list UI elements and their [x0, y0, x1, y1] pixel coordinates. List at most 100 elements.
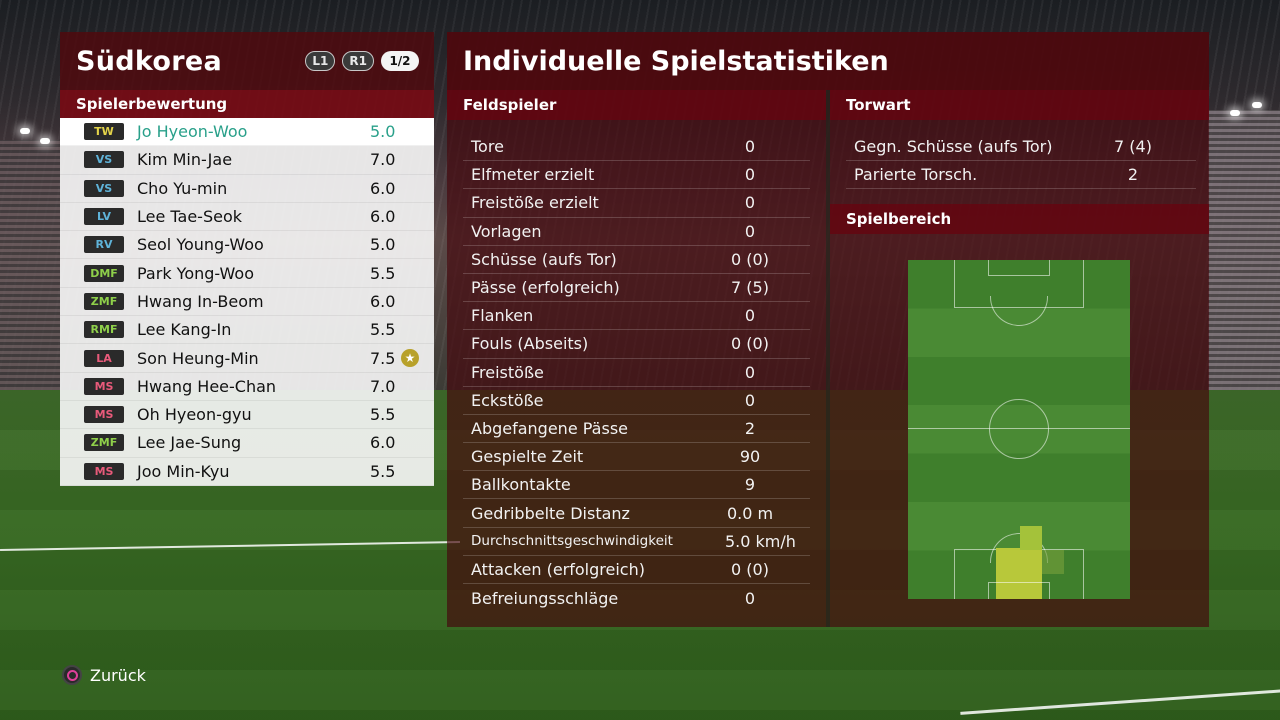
stat-value: 0: [744, 306, 756, 326]
stat-row: Ballkontakte 9: [463, 471, 810, 500]
stat-row: Parierte Torsch. 2: [846, 161, 1196, 190]
stat-label: Befreiungsschläge: [471, 588, 619, 608]
stat-value: 5.0 km/h: [725, 531, 796, 551]
stat-value: 0: [744, 137, 756, 157]
player-row[interactable]: ZMF Hwang In-Beom 6.0: [60, 288, 434, 317]
stat-row: Schüsse (aufs Tor) 0 (0): [463, 246, 810, 274]
player-row[interactable]: LV Lee Tae-Seok 6.0: [60, 203, 434, 232]
player-name: Lee Kang-In: [137, 320, 232, 340]
stat-value: 90: [739, 447, 761, 467]
player-name: Son Heung-Min: [137, 348, 259, 368]
player-rating: 5.0: [370, 235, 396, 255]
heat-cell: [1020, 526, 1042, 550]
back-button[interactable]: Zurück: [62, 665, 146, 685]
stat-label: Elfmeter erzielt: [471, 165, 595, 185]
stat-row: Freistöße 0: [463, 359, 810, 387]
player-row[interactable]: RMF Lee Kang-In 5.5: [60, 316, 434, 345]
stat-row: Fouls (Abseits) 0 (0): [463, 330, 810, 359]
stat-label: Vorlagen: [471, 221, 542, 241]
position-badge: LA: [84, 349, 124, 367]
player-rating: 5.5: [370, 461, 396, 481]
crowd-right: [1208, 110, 1280, 390]
player-rating: 7.0: [370, 376, 396, 396]
stat-label: Fouls (Abseits): [471, 334, 589, 354]
player-name: Seol Young-Woo: [137, 235, 264, 255]
heatmap-pitch: [908, 260, 1130, 599]
stat-label: Pässe (erfolgreich): [471, 278, 620, 298]
stat-row: Gedribbelte Distanz 0.0 m: [463, 499, 810, 528]
stat-value: 0: [744, 193, 756, 213]
stat-row: Eckstöße 0: [463, 387, 810, 415]
stat-value: 0: [744, 390, 756, 410]
position-badge: MS: [84, 377, 124, 395]
player-row[interactable]: RV Seol Young-Woo 5.0: [60, 231, 434, 260]
player-rating-panel: Südkorea L1 R1 1/2 Spielerbewertung TW Jo…: [60, 32, 434, 486]
goalkeeper-heading: Torwart: [830, 90, 1209, 120]
stat-row: Attacken (erfolgreich) 0 (0): [463, 556, 810, 584]
floodlight: [20, 128, 30, 134]
team-header: Südkorea L1 R1 1/2: [60, 32, 434, 90]
player-name: Joo Min-Kyu: [137, 461, 230, 481]
player-rating: 6.0: [370, 291, 396, 311]
stat-value: 7 (4): [1114, 137, 1152, 157]
stat-value: 9: [744, 475, 756, 495]
stat-label: Freistöße: [471, 362, 544, 382]
goal-box-top: [988, 260, 1050, 276]
player-name: Jo Hyeon-Woo: [137, 122, 248, 142]
player-row[interactable]: VS Cho Yu-min 6.0: [60, 175, 434, 203]
stat-label: Durchschnittsgeschwindigkeit: [471, 533, 673, 550]
player-name: Kim Min-Jae: [137, 150, 233, 170]
stat-label: Schüsse (aufs Tor): [471, 249, 617, 269]
player-rating: 7.5: [370, 348, 396, 368]
player-name: Cho Yu-min: [137, 178, 228, 198]
player-row[interactable]: DMF Park Yong-Woo 5.5: [60, 259, 434, 288]
player-row[interactable]: TW Jo Hyeon-Woo 5.0: [60, 118, 434, 147]
floodlight: [40, 138, 50, 144]
position-badge: RV: [84, 236, 124, 254]
stat-label: Freistöße erzielt: [471, 193, 599, 213]
stat-label: Tore: [471, 137, 504, 157]
stat-label: Parierte Torsch.: [854, 165, 978, 185]
crowd-left: [0, 140, 60, 390]
stat-label: Eckstöße: [471, 390, 544, 410]
stat-label: Gedribbelte Distanz: [471, 503, 630, 523]
panel-divider: [826, 90, 830, 627]
player-name: Lee Jae-Sung: [137, 433, 242, 453]
stat-value: 0 (0): [731, 334, 769, 354]
player-name: Park Yong-Woo: [137, 263, 254, 283]
position-badge: MS: [84, 462, 124, 480]
player-row[interactable]: ZMF Lee Jae-Sung 6.0: [60, 429, 434, 458]
header-buttons: L1 R1 1/2: [305, 51, 419, 71]
player-name: Hwang Hee-Chan: [137, 376, 277, 396]
floodlight: [1230, 110, 1240, 116]
r1-button[interactable]: R1: [342, 51, 374, 71]
l1-button[interactable]: L1: [305, 51, 336, 71]
stat-value: 0: [744, 588, 756, 608]
position-badge: VS: [84, 151, 124, 169]
stat-value: 2: [1127, 165, 1139, 185]
stat-row: Vorlagen 0: [463, 218, 810, 246]
player-row[interactable]: LA Son Heung-Min 7.5 ★: [60, 344, 434, 373]
goalkeeper-stats: Gegn. Schüsse (aufs Tor) 7 (4) Parierte To…: [846, 133, 1196, 190]
position-badge: DMF: [84, 264, 124, 282]
player-name: Oh Hyeon-gyu: [137, 405, 252, 425]
player-name: Hwang In-Beom: [137, 291, 264, 311]
position-badge: LV: [84, 208, 124, 226]
player-row[interactable]: MS Hwang Hee-Chan 7.0: [60, 373, 434, 401]
stat-row: Gegn. Schüsse (aufs Tor) 7 (4): [846, 133, 1196, 162]
position-badge: ZMF: [84, 434, 124, 452]
circle-button-icon: [62, 665, 82, 685]
back-label: Zurück: [90, 665, 146, 685]
stat-row: Durchschnittsgeschwindigkeit 5.0 km/h: [463, 528, 810, 556]
player-row[interactable]: MS Oh Hyeon-gyu 5.5: [60, 401, 434, 430]
player-rating: 5.5: [370, 320, 396, 340]
stat-label: Attacken (erfolgreich): [471, 559, 645, 579]
stat-value: 0: [744, 362, 756, 382]
field-player-stats: Tore 0 Elfmeter erzielt 0 Freistöße erzielt 0…: [463, 133, 810, 612]
player-row[interactable]: VS Kim Min-Jae 7.0: [60, 146, 434, 175]
position-badge: TW: [84, 123, 124, 141]
player-rating: 5.5: [370, 405, 396, 425]
stats-panel: Individuelle Spielstatistiken Feldspiele…: [447, 32, 1209, 627]
stat-value: 0: [744, 221, 756, 241]
player-row[interactable]: MS Joo Min-Kyu 5.5: [60, 458, 434, 486]
